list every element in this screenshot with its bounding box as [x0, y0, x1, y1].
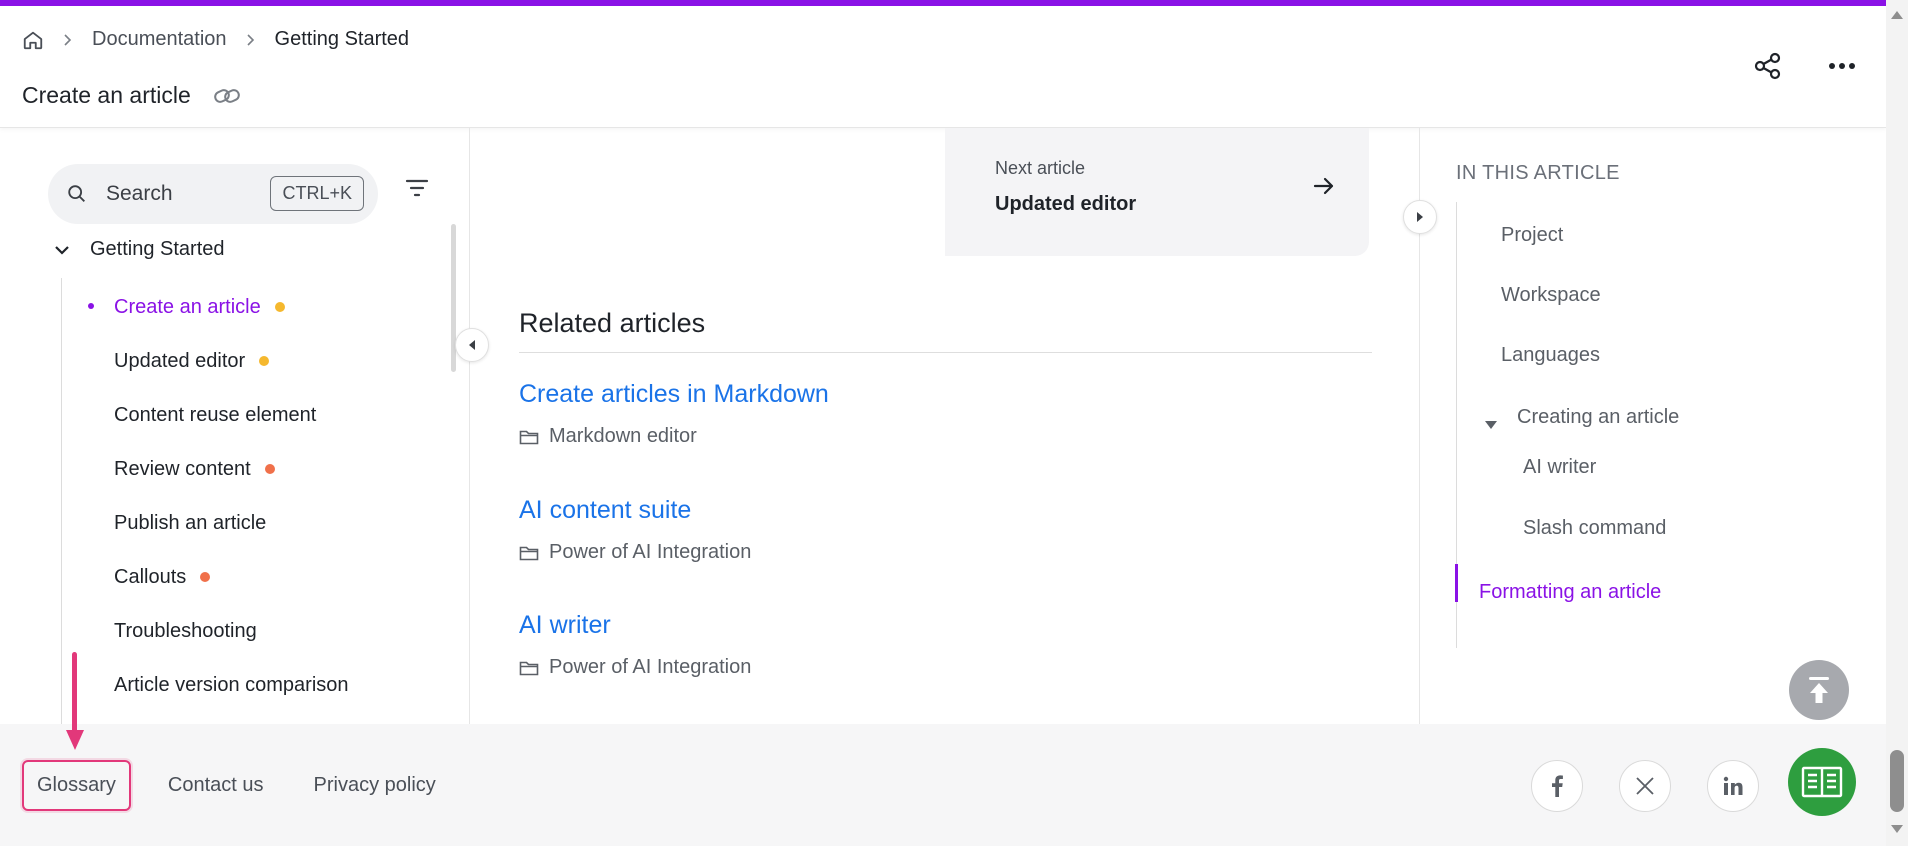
tree-item-callouts[interactable]: Callouts	[70, 550, 349, 604]
tree-item-label: Callouts	[114, 565, 187, 588]
chevron-right-icon	[62, 33, 74, 47]
status-dot	[200, 572, 211, 582]
related-articles-heading: Related articles	[519, 308, 706, 338]
folder-icon	[519, 544, 539, 562]
scroll-to-top-button[interactable]	[1789, 660, 1849, 720]
related-article: Create articles in Markdown Markdown edi…	[519, 380, 829, 448]
facebook-icon[interactable]	[1531, 760, 1583, 812]
home-icon[interactable]	[22, 29, 44, 51]
toc-item-formatting-an-article[interactable]: Formatting an article	[1479, 581, 1661, 604]
tree-item-label: Article version comparison	[114, 673, 349, 696]
next-article-title: Updated editor	[995, 193, 1137, 215]
category-label: Power of AI Integration	[549, 656, 752, 678]
toc-heading: IN THIS ARTICLE	[1456, 162, 1620, 184]
related-article-link[interactable]: AI content suite	[519, 496, 751, 525]
breadcrumb-getting-started[interactable]: Getting Started	[275, 28, 410, 51]
search-icon	[66, 183, 88, 205]
tree-item-label: Review content	[114, 457, 251, 480]
tree-item-label: Troubleshooting	[114, 619, 257, 642]
status-dot	[259, 356, 270, 366]
related-article-link[interactable]: AI writer	[519, 611, 751, 640]
search-placeholder: Search	[106, 182, 173, 205]
arrow-right-icon	[1313, 176, 1335, 201]
table-of-contents: IN THIS ARTICLE Project Workspace Langua…	[1403, 128, 1886, 724]
category-label: Power of AI Integration	[549, 541, 752, 563]
tree-item-label: Create an article	[114, 295, 261, 318]
related-article: AI content suite Power of AI Integration	[519, 496, 751, 564]
tree-item-troubleshooting[interactable]: Troubleshooting	[70, 604, 349, 658]
tree-item-content-reuse-element[interactable]: Content reuse element	[70, 388, 349, 442]
page-title: Create an article	[22, 82, 191, 108]
divider	[519, 352, 1372, 353]
search-shortcut-badge: CTRL+K	[270, 176, 364, 211]
search-input[interactable]: Search CTRL+K	[48, 164, 378, 224]
footer-link-glossary[interactable]: Glossary	[22, 760, 131, 811]
breadcrumb-documentation[interactable]: Documentation	[92, 28, 227, 51]
copy-link-icon[interactable]	[213, 86, 241, 106]
knowledge-base-book-button[interactable]	[1788, 748, 1856, 816]
arrow-up-to-top-icon	[1806, 675, 1832, 705]
next-article-kicker: Next article	[995, 158, 1086, 178]
related-article-category[interactable]: Power of AI Integration	[519, 656, 751, 679]
annotation-arrow	[66, 652, 84, 761]
status-dot	[274, 302, 285, 312]
tree-section-label: Getting Started	[90, 238, 225, 260]
window-scrollbar[interactable]	[1886, 0, 1908, 846]
caret-down-icon[interactable]	[1484, 413, 1498, 436]
tree-item-label: Publish an article	[114, 511, 267, 534]
tree-item-review-content[interactable]: Review content	[70, 442, 349, 496]
tree-guide-line	[61, 278, 62, 724]
tree-item-updated-editor[interactable]: Updated editor	[70, 334, 349, 388]
toc-active-indicator	[1455, 564, 1458, 602]
next-article-card[interactable]: Next article Updated editor	[945, 128, 1369, 256]
window-scrollbar-thumb[interactable]	[1890, 750, 1904, 812]
linkedin-icon[interactable]	[1707, 760, 1759, 812]
collapse-toc-button[interactable]	[1403, 200, 1437, 234]
category-label: Markdown editor	[549, 425, 697, 447]
more-options-icon[interactable]	[1826, 50, 1858, 82]
scroll-down-arrow-icon[interactable]	[1891, 820, 1903, 838]
breadcrumb: Documentation Getting Started	[22, 28, 409, 51]
page-footer: Glossary Contact us Privacy policy	[0, 724, 1886, 846]
x-icon[interactable]	[1619, 760, 1671, 812]
folder-icon	[519, 428, 539, 446]
footer-link-contact-us[interactable]: Contact us	[155, 762, 277, 809]
open-book-icon	[1801, 765, 1843, 799]
main-content: Next article Updated editor Related arti…	[471, 128, 1419, 724]
caret-right-icon	[1415, 211, 1425, 223]
folder-icon	[519, 659, 539, 677]
toc-item-creating-an-article[interactable]: Creating an article	[1517, 406, 1679, 429]
filter-icon[interactable]	[405, 178, 429, 203]
left-sidebar: Search CTRL+K Getting Started Create an …	[0, 128, 489, 724]
related-article-link[interactable]: Create articles in Markdown	[519, 380, 829, 409]
chevron-right-icon	[245, 33, 257, 47]
tree-item-label: Content reuse element	[114, 403, 317, 426]
scroll-up-arrow-icon[interactable]	[1891, 6, 1903, 24]
toc-item-languages[interactable]: Languages	[1501, 344, 1600, 367]
toc-item-project[interactable]: Project	[1501, 224, 1563, 247]
toc-item-workspace[interactable]: Workspace	[1501, 284, 1601, 307]
tree-item-article-version-comparison[interactable]: Article version comparison	[70, 658, 349, 712]
tree-item-label: Updated editor	[114, 349, 246, 372]
footer-links: Glossary Contact us Privacy policy	[22, 760, 449, 811]
article-tree: Create an article Updated editor Content…	[70, 280, 349, 712]
page-header: Documentation Getting Started Create an …	[0, 6, 1886, 128]
related-article-category[interactable]: Power of AI Integration	[519, 541, 751, 564]
status-dot	[264, 464, 275, 474]
toc-item-ai-writer[interactable]: AI writer	[1523, 456, 1596, 479]
toc-item-slash-command[interactable]: Slash command	[1523, 517, 1666, 540]
tree-section-getting-started[interactable]: Getting Started	[54, 238, 225, 261]
related-article: AI writer Power of AI Integration	[519, 611, 751, 679]
chevron-down-icon	[54, 244, 70, 256]
share-icon[interactable]	[1752, 50, 1784, 82]
active-bullet	[88, 303, 94, 309]
tree-item-create-an-article[interactable]: Create an article	[70, 280, 349, 334]
related-article-category[interactable]: Markdown editor	[519, 425, 829, 448]
tree-item-publish-an-article[interactable]: Publish an article	[70, 496, 349, 550]
footer-link-privacy-policy[interactable]: Privacy policy	[301, 762, 449, 809]
